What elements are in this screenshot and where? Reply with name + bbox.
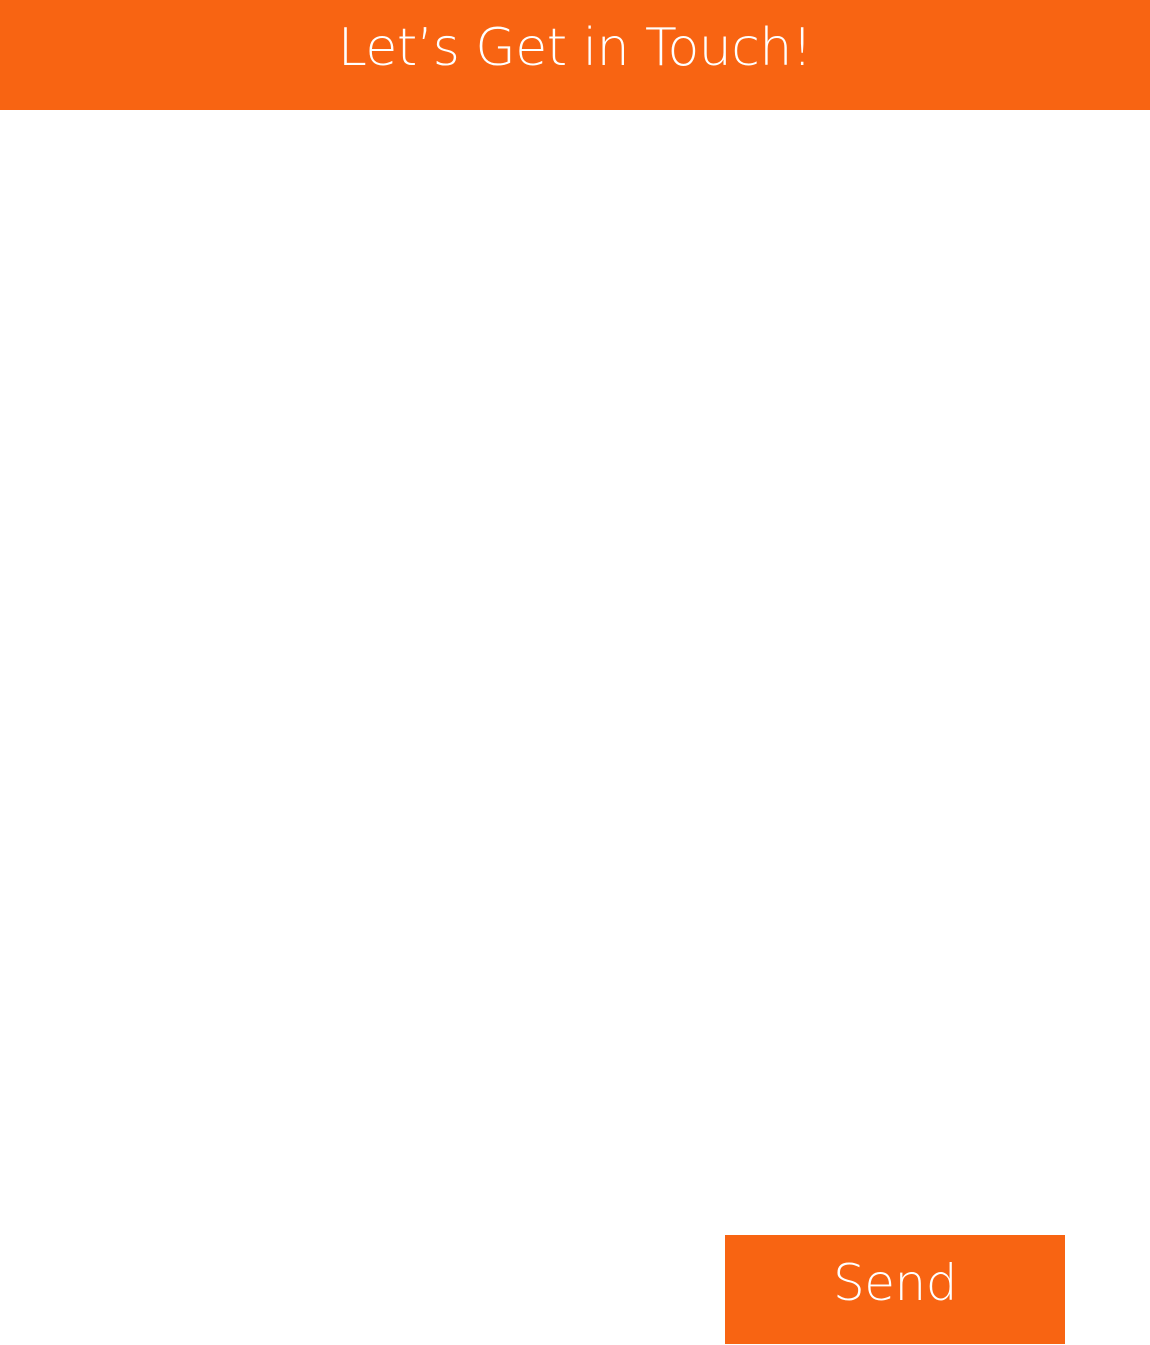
contact-page: Let’s Get in Touch! Send bbox=[0, 0, 1150, 1345]
page-header: Let’s Get in Touch! bbox=[0, 0, 1150, 110]
contact-form-area bbox=[0, 110, 1150, 1210]
page-title: Let’s Get in Touch! bbox=[337, 18, 813, 78]
send-button[interactable]: Send bbox=[725, 1235, 1065, 1344]
